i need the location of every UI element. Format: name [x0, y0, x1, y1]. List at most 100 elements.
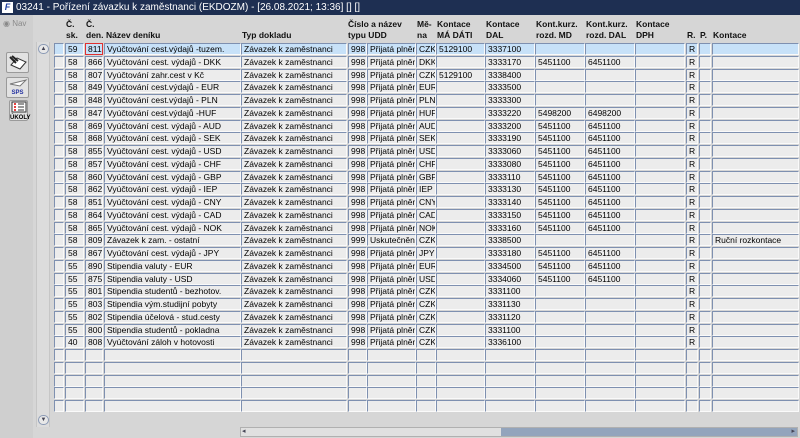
- cell-r-flag[interactable]: [686, 349, 698, 361]
- cell-mena[interactable]: HUF: [416, 106, 436, 119]
- cell-p-flag[interactable]: [699, 157, 711, 170]
- cell-udd-num[interactable]: 998: [348, 196, 367, 208]
- cell-rozd-dal[interactable]: [585, 361, 635, 374]
- cell-udd-name[interactable]: Přijatá plnění z: [367, 272, 416, 285]
- table-row[interactable]: 58 865 Vyúčtování cest. výdajů - NOK Závaze…: [54, 221, 799, 235]
- cell-nazev[interactable]: Vyúčtování cest. výdajů - GBP: [104, 170, 241, 183]
- cell-den[interactable]: 890: [85, 259, 103, 272]
- cell-dph[interactable]: [635, 361, 685, 374]
- cell-typ[interactable]: Závazek k zaměstnanci: [241, 208, 347, 221]
- cell-nazev[interactable]: Stipendia studentů - bezhotov.: [104, 285, 241, 298]
- cell-row-selector[interactable]: [54, 132, 64, 145]
- cell-rozd-dal[interactable]: 6498200: [585, 106, 635, 119]
- cell-udd-name[interactable]: Přijatá plnění z: [367, 119, 416, 132]
- cell-sk[interactable]: 55: [65, 323, 84, 336]
- cell-nazev[interactable]: Vyúčtování cest. výdajů - CAD: [104, 208, 241, 221]
- cell-udd-name[interactable]: Přijatá plnění z: [367, 132, 416, 145]
- scrollbar-thumb[interactable]: ▸: [501, 428, 797, 436]
- cell-p-flag[interactable]: [699, 298, 711, 310]
- cell-mena[interactable]: CZK: [416, 43, 436, 55]
- cell-kontace-dal[interactable]: 3333500: [485, 81, 535, 94]
- cell-typ[interactable]: Závazek k zaměstnanci: [241, 221, 347, 234]
- cell-kontace-md[interactable]: 5129100: [436, 43, 485, 55]
- cell-dph[interactable]: [635, 145, 685, 157]
- cell-p-flag[interactable]: [699, 310, 711, 323]
- cell-p-flag[interactable]: [699, 119, 711, 132]
- cell-sk[interactable]: 58: [65, 221, 84, 234]
- table-row[interactable]: 58 847 Vyúčtování cest.výdajů -HUF Závazek …: [54, 106, 799, 120]
- cell-dph[interactable]: [635, 336, 685, 349]
- cell-p-flag[interactable]: [699, 221, 711, 234]
- cell-dph[interactable]: [635, 259, 685, 272]
- cell-r-flag[interactable]: R: [686, 68, 698, 81]
- cell-udd-name[interactable]: [367, 361, 416, 374]
- cell-sk[interactable]: 55: [65, 285, 84, 298]
- cell-kontace[interactable]: [712, 196, 799, 208]
- cell-r-flag[interactable]: R: [686, 208, 698, 221]
- cell-kontace-dal[interactable]: 3333110: [485, 170, 535, 183]
- cell-mena[interactable]: CAD: [416, 208, 436, 221]
- cell-dph[interactable]: [635, 374, 685, 387]
- cell-kontace[interactable]: [712, 310, 799, 323]
- cell-mena[interactable]: CZK: [416, 68, 436, 81]
- cell-rozd-dal[interactable]: [585, 234, 635, 247]
- cell-udd-name[interactable]: Přijatá plnění z: [367, 43, 416, 55]
- cell-r-flag[interactable]: R: [686, 259, 698, 272]
- cell-rozd-md[interactable]: 5451100: [535, 119, 585, 132]
- cell-typ[interactable]: Závazek k zaměstnanci: [241, 310, 347, 323]
- sps-button[interactable]: SPS: [6, 77, 29, 98]
- cell-rozd-dal[interactable]: [585, 336, 635, 349]
- cell-kontace[interactable]: [712, 349, 799, 361]
- cell-kontace-md[interactable]: [436, 170, 485, 183]
- cell-den[interactable]: 875: [85, 272, 103, 285]
- cell-row-selector[interactable]: [54, 221, 64, 234]
- cell-row-selector[interactable]: [54, 119, 64, 132]
- cell-dph[interactable]: [635, 234, 685, 247]
- cell-udd-num[interactable]: 998: [348, 81, 367, 94]
- cell-row-selector[interactable]: [54, 323, 64, 336]
- cell-udd-name[interactable]: [367, 400, 416, 412]
- cell-r-flag[interactable]: R: [686, 221, 698, 234]
- cell-kontace[interactable]: [712, 55, 799, 68]
- cell-udd-name[interactable]: Přijatá plnění z: [367, 183, 416, 196]
- cell-dph[interactable]: [635, 387, 685, 400]
- cell-mena[interactable]: USD: [416, 145, 436, 157]
- cell-row-selector[interactable]: [54, 208, 64, 221]
- cell-udd-num[interactable]: [348, 361, 367, 374]
- cell-mena[interactable]: PLN: [416, 94, 436, 106]
- cell-mena[interactable]: IEP: [416, 183, 436, 196]
- cell-udd-name[interactable]: Přijatá plnění z: [367, 208, 416, 221]
- cell-udd-num[interactable]: 998: [348, 145, 367, 157]
- table-row[interactable]: 58 862 Vyúčtování cest. výdajů - IEP Závaze…: [54, 183, 799, 196]
- scroll-left-icon[interactable]: ◂: [242, 427, 246, 435]
- cell-kontace-dal[interactable]: [485, 349, 535, 361]
- cell-typ[interactable]: [241, 361, 347, 374]
- cell-p-flag[interactable]: [699, 208, 711, 221]
- cell-sk[interactable]: 55: [65, 298, 84, 310]
- cell-r-flag[interactable]: R: [686, 55, 698, 68]
- cell-rozd-dal[interactable]: [585, 43, 635, 55]
- cell-rozd-md[interactable]: 5451100: [535, 196, 585, 208]
- cell-mena[interactable]: CHF: [416, 157, 436, 170]
- cell-r-flag[interactable]: R: [686, 272, 698, 285]
- cell-row-selector[interactable]: [54, 387, 64, 400]
- cell-udd-name[interactable]: Přijatá plnění z: [367, 310, 416, 323]
- cell-den[interactable]: 809: [85, 234, 103, 247]
- cell-kontace-dal[interactable]: 3338400: [485, 68, 535, 81]
- cell-rozd-md[interactable]: 5451100: [535, 55, 585, 68]
- cell-mena[interactable]: DKK: [416, 55, 436, 68]
- cell-kontace[interactable]: Ruční rozkontace: [712, 234, 799, 247]
- cell-nazev[interactable]: [104, 400, 241, 412]
- cell-typ[interactable]: [241, 349, 347, 361]
- cell-row-selector[interactable]: [54, 298, 64, 310]
- cell-p-flag[interactable]: [699, 259, 711, 272]
- cell-row-selector[interactable]: [54, 170, 64, 183]
- cell-typ[interactable]: Závazek k zaměstnanci: [241, 119, 347, 132]
- table-row[interactable]: 58 807 Vyúčtování zahr.cest v Kč Závazek k …: [54, 68, 799, 82]
- cell-rozd-md[interactable]: 5451100: [535, 145, 585, 157]
- table-row[interactable]: 58 869 Vyúčtování cest. výdajů - AUD Závaze…: [54, 119, 799, 133]
- cell-kontace-md[interactable]: [436, 221, 485, 234]
- cell-p-flag[interactable]: [699, 145, 711, 157]
- cell-sk[interactable]: 58: [65, 145, 84, 157]
- cell-kontace-dal[interactable]: 3331100: [485, 323, 535, 336]
